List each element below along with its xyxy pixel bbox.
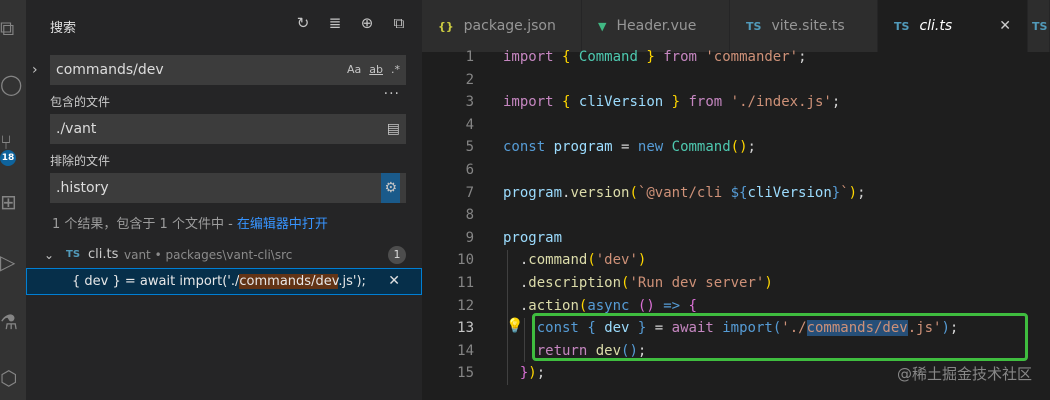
close-tab-icon[interactable]: ✕ — [999, 0, 1011, 52]
editor-tabs: {} package.json ▼ Header.vue TS vite.site.t… — [422, 0, 1050, 52]
sidebar-title: 搜索 — [50, 21, 77, 36]
run-debug-icon[interactable]: ▷ — [0, 248, 26, 276]
extensions-icon[interactable]: ⊞ — [0, 188, 26, 216]
typescript-file-icon: TS — [1032, 20, 1048, 33]
exclude-files-input[interactable]: .history ⚙ — [50, 173, 406, 203]
match-highlight: commands/dev — [239, 274, 339, 289]
include-files-value: ./vant — [56, 121, 97, 137]
new-search-editor-icon[interactable]: ⊕ — [358, 14, 376, 32]
search-sidebar: 搜索 ↻ ≣ ⊕ ⧉ › commands/dev Aa ab .* ··· 包… — [26, 0, 422, 400]
tab-package-json[interactable]: {} package.json — [422, 0, 582, 52]
match-whole-word-toggle[interactable]: ab — [369, 55, 383, 85]
exclude-tools: ⚙ — [381, 173, 400, 203]
code-line-9: program — [503, 229, 563, 246]
code-line-10: .command('dev') — [503, 252, 647, 269]
code-editor[interactable]: 1 2 3 4 5 6 7 8 9 10 11 12 13 14 15 impo… — [422, 49, 1050, 400]
refresh-icon[interactable]: ↻ — [294, 14, 312, 32]
line-number: 12 — [457, 297, 474, 314]
include-tools: ▤ — [387, 114, 400, 144]
typescript-file-icon: TS — [746, 20, 762, 33]
line-number: 5 — [465, 139, 474, 156]
tab-overflow[interactable]: TS — [1028, 0, 1050, 52]
explorer-icon[interactable]: ⧉ — [0, 14, 26, 42]
result-count-text: 1 个结果，包含于 1 个文件中 - — [52, 217, 237, 232]
line-number: 3 — [465, 94, 474, 111]
tab-label: Header.vue — [616, 18, 697, 34]
match-text: { dev } = await import('./commands/dev.j… — [72, 268, 366, 295]
match-before: { dev } = await import('./ — [72, 274, 240, 289]
line-number: 2 — [465, 71, 474, 88]
match-case-toggle[interactable]: Aa — [347, 55, 361, 85]
exclude-label: 排除的文件 — [50, 154, 111, 168]
line-number: 4 — [465, 116, 474, 133]
source-control-badge: 18 — [0, 150, 16, 166]
vue-file-icon: ▼ — [598, 20, 607, 33]
result-file-name: cli.ts — [88, 247, 119, 262]
line-number: 10 — [457, 252, 474, 269]
result-file-path: vant • packages\vant-cli\src — [124, 248, 293, 262]
line-number: 11 — [457, 275, 474, 291]
search-input[interactable]: commands/dev Aa ab .* — [50, 55, 406, 85]
gear-icon[interactable]: ⚙ — [381, 173, 400, 203]
search-options: Aa ab .* — [347, 55, 400, 85]
chevron-down-icon[interactable]: ⌄ — [44, 243, 54, 267]
collapse-all-icon[interactable]: ⧉ — [390, 14, 408, 32]
watermark: @稀土掘金技术社区 — [896, 365, 1032, 383]
code-line-5: const program = new Command(); — [503, 139, 756, 156]
tab-label: cli.ts — [919, 18, 953, 34]
more-options-icon[interactable]: ··· — [384, 86, 400, 102]
json-file-icon: {} — [438, 20, 454, 33]
search-icon[interactable]: ◯ — [0, 70, 26, 98]
lightbulb-icon[interactable]: 💡 — [506, 318, 523, 334]
line-number: 6 — [465, 162, 474, 178]
exclude-files-value: .history — [56, 180, 109, 196]
line-number: 7 — [465, 184, 474, 201]
book-icon[interactable]: ▤ — [387, 114, 400, 144]
line-number: 15 — [457, 365, 474, 382]
remote-icon[interactable]: ⬡ — [0, 364, 26, 392]
sidebar-actions: ↻ ≣ ⊕ ⧉ — [294, 14, 408, 32]
tab-vite-site-ts[interactable]: TS vite.site.ts — [730, 0, 878, 52]
tab-cli-ts[interactable]: TS cli.ts ✕ — [878, 0, 1028, 52]
open-in-editor-link[interactable]: 在编辑器中打开 — [237, 217, 328, 232]
testing-icon[interactable]: ⚗ — [0, 308, 26, 336]
toggle-replace-chevron-icon[interactable]: › — [32, 62, 38, 78]
typescript-file-icon: TS — [66, 249, 81, 260]
result-file-row[interactable]: ⌄ TS cli.ts vant • packages\vant-cli\src… — [26, 243, 422, 267]
activity-bar: ⧉ ◯ ⑂ 18 ⊞ ▷ ⚗ ⬡ — [0, 0, 26, 400]
result-summary: 1 个结果，包含于 1 个文件中 - 在编辑器中打开 — [52, 213, 328, 232]
result-match-row[interactable]: { dev } = await import('./commands/dev.j… — [26, 268, 422, 295]
dismiss-result-icon[interactable]: ✕ — [388, 268, 400, 295]
code-line-7: program.version(`@vant/cli ${cliVersion}… — [503, 184, 866, 201]
line-number-current: 13 — [457, 320, 474, 337]
code-line-1: import { Command } from 'commander'; — [503, 49, 807, 65]
line-number: 9 — [465, 229, 474, 246]
clear-results-icon[interactable]: ≣ — [326, 14, 344, 32]
line-number: 14 — [457, 342, 474, 359]
code-line-15: }); — [519, 365, 546, 382]
code-line-3: import { cliVersion } from './index.js'; — [503, 94, 841, 111]
tab-label: package.json — [463, 18, 556, 34]
tab-header-vue[interactable]: ▼ Header.vue — [582, 0, 730, 52]
typescript-file-icon: TS — [894, 20, 910, 33]
line-number: 1 — [465, 49, 474, 65]
result-count-badge: 1 — [388, 246, 406, 264]
use-regex-toggle[interactable]: .* — [391, 55, 400, 85]
line-number: 8 — [465, 207, 474, 224]
highlight-box — [532, 313, 1028, 361]
include-files-input[interactable]: ./vant ▤ — [50, 114, 406, 144]
match-after: .js'); — [338, 274, 366, 289]
search-input-value: commands/dev — [56, 62, 164, 78]
include-label: 包含的文件 — [50, 95, 111, 109]
tab-label: vite.site.ts — [771, 18, 845, 34]
code-line-11: .description('Run dev server') — [503, 275, 773, 291]
